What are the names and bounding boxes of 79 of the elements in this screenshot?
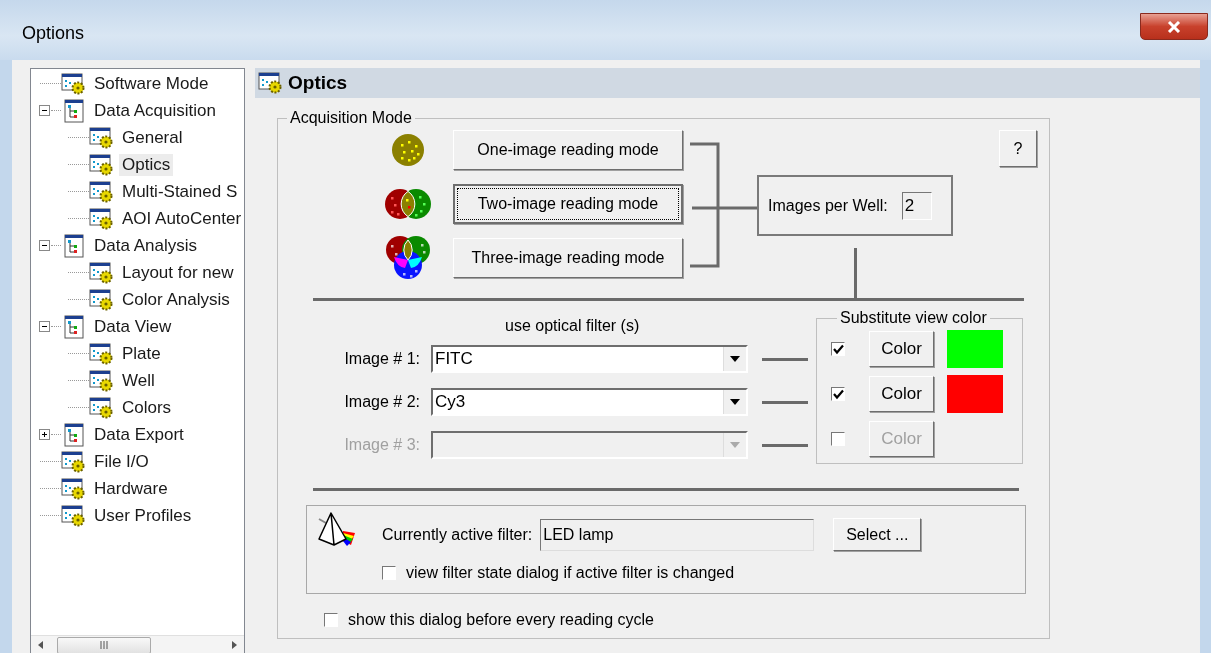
- tree-item[interactable]: Data Export: [91, 423, 187, 446]
- gear-window-icon: [89, 126, 115, 149]
- tree-item[interactable]: Optics: [119, 153, 174, 176]
- close-button[interactable]: [1140, 13, 1208, 40]
- gear-window-icon: [258, 72, 284, 94]
- help-button[interactable]: ?: [999, 130, 1037, 167]
- scroll-thumb[interactable]: [57, 636, 151, 653]
- checkbox[interactable]: [324, 613, 338, 627]
- tree-item[interactable]: Plate: [119, 342, 164, 365]
- tree-item[interactable]: Software Mode: [91, 72, 212, 95]
- mode-button[interactable]: Two-image reading mode: [453, 184, 683, 224]
- images-per-well-field[interactable]: 2: [901, 191, 932, 220]
- color-button[interactable]: Color: [869, 376, 934, 412]
- checkbox[interactable]: [831, 342, 845, 356]
- close-icon: [1167, 20, 1181, 33]
- prism-icon: [316, 511, 356, 549]
- tree-structure-icon: [61, 233, 87, 258]
- tree-item[interactable]: Well: [119, 369, 158, 392]
- gear-window-icon: [61, 477, 87, 500]
- tree-item[interactable]: Colors: [119, 396, 175, 419]
- group-legend: Substitute view color: [837, 309, 990, 327]
- scroll-left-icon[interactable]: [37, 640, 45, 650]
- filter-caption: use optical filter (s): [505, 317, 641, 335]
- tree-structure-icon: [61, 98, 87, 123]
- collapse-icon[interactable]: [39, 240, 50, 251]
- gear-window-icon: [89, 180, 115, 203]
- tree-item[interactable]: Multi-Stained S: [119, 180, 241, 203]
- three-circles-icon: [385, 235, 431, 281]
- tree-item[interactable]: General: [119, 126, 186, 149]
- checkbox[interactable]: [831, 387, 845, 401]
- checkbox-label: view filter state dialog if active filter is changed: [406, 564, 735, 582]
- select-button[interactable]: Select ...: [833, 518, 922, 551]
- tree-structure-icon: [61, 314, 87, 339]
- dotted-circle-icon: [391, 133, 425, 167]
- filter-dropdown[interactable]: Cy3: [431, 388, 748, 416]
- group-legend: Acquisition Mode: [287, 109, 415, 127]
- active-filter-label: Currently active filter:: [382, 525, 533, 544]
- images-per-well-label: Images per Well:: [768, 196, 888, 215]
- mode-button[interactable]: One-image reading mode: [453, 130, 683, 170]
- gear-window-icon: [89, 153, 115, 176]
- caret-icon: [723, 390, 746, 414]
- filter-dropdown[interactable]: FITC: [431, 345, 748, 373]
- image-label: Image # 1:: [343, 350, 420, 368]
- gear-window-icon: [89, 261, 115, 284]
- horizontal-scrollbar[interactable]: [31, 635, 244, 653]
- collapse-icon[interactable]: [39, 321, 50, 332]
- caret-icon: [723, 347, 746, 371]
- gear-window-icon: [61, 504, 87, 527]
- gear-window-icon: [89, 342, 115, 365]
- tree-item[interactable]: Data View: [91, 315, 175, 338]
- image-label: Image # 3:: [343, 436, 420, 454]
- checkbox-label: show this dialog before every reading cycle: [348, 611, 654, 629]
- window-title: Options: [22, 23, 85, 44]
- tree-item[interactable]: User Profiles: [91, 504, 195, 527]
- collapse-icon[interactable]: [39, 105, 50, 116]
- tree-structure-icon: [61, 422, 87, 447]
- gear-window-icon: [89, 288, 115, 311]
- checkbox[interactable]: [382, 566, 396, 580]
- tree-item[interactable]: Hardware: [91, 477, 171, 500]
- grip-icon: [99, 641, 109, 649]
- tree-item[interactable]: File I/O: [91, 450, 152, 473]
- expand-icon[interactable]: [39, 429, 50, 440]
- gear-window-icon: [61, 72, 87, 95]
- active-filter-field: LED lamp: [540, 518, 815, 551]
- gear-window-icon: [89, 396, 115, 419]
- panel-title: Optics: [288, 72, 348, 94]
- tree-item[interactable]: Layout for new: [119, 261, 237, 284]
- tree-item[interactable]: Data Analysis: [91, 234, 200, 257]
- scroll-right-icon[interactable]: [230, 640, 238, 650]
- tree-item[interactable]: Data Acquisition: [91, 99, 219, 122]
- color-button[interactable]: Color: [869, 331, 934, 367]
- tree-item[interactable]: AOI AutoCenter: [119, 207, 245, 230]
- mode-button[interactable]: Three-image reading mode: [453, 238, 683, 278]
- gear-window-icon: [89, 369, 115, 392]
- two-circles-icon: [385, 187, 431, 221]
- gear-window-icon: [61, 450, 87, 473]
- tree-item[interactable]: Color Analysis: [119, 288, 233, 311]
- image-label: Image # 2:: [343, 393, 420, 411]
- gear-window-icon: [89, 207, 115, 230]
